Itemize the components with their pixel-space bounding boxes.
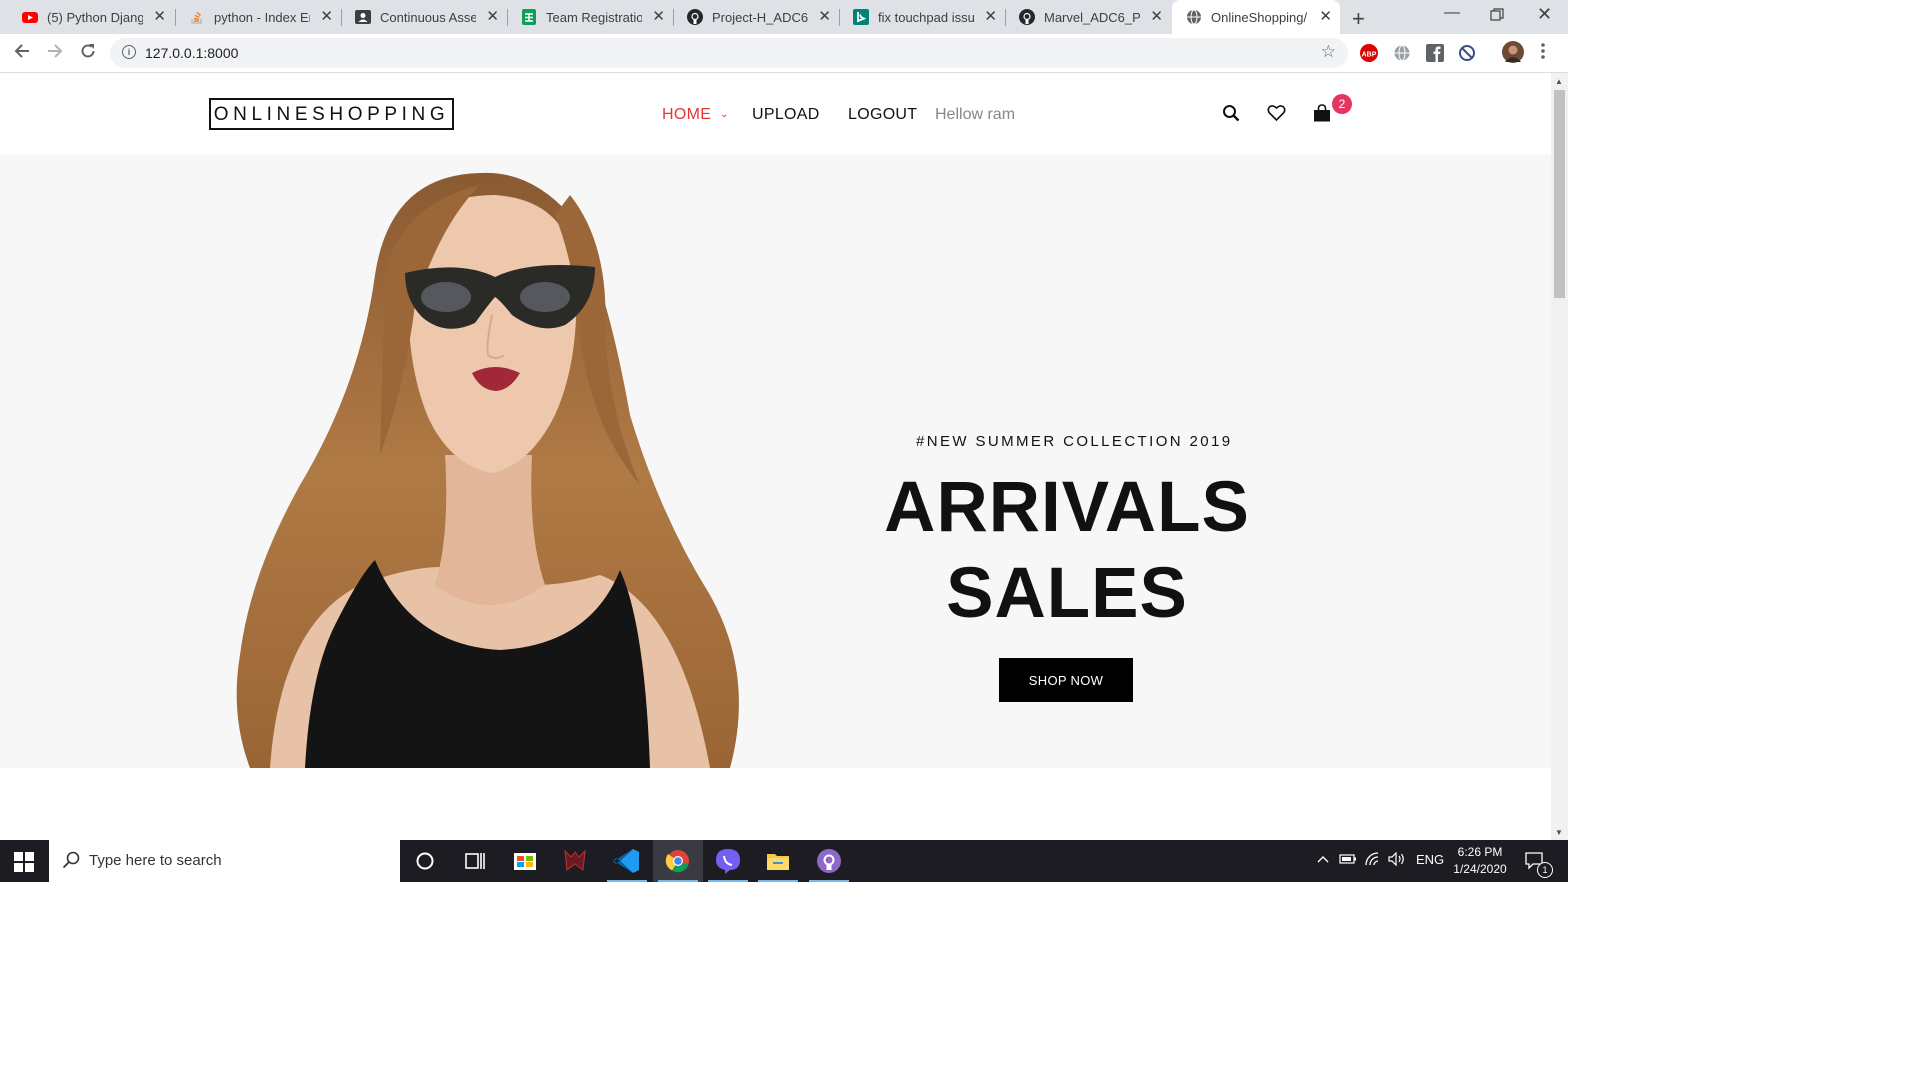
- browser-tab[interactable]: fix touchpad issue ✕: [839, 0, 1005, 34]
- close-tab-icon[interactable]: ✕: [153, 9, 166, 25]
- tab-title: python - Index Err: [214, 9, 310, 25]
- microsoft-store-icon[interactable]: [500, 840, 550, 882]
- volume-icon[interactable]: [1388, 851, 1406, 869]
- nav-home[interactable]: HOME ⌄: [662, 106, 729, 124]
- battery-icon[interactable]: [1339, 852, 1357, 869]
- hero-banner: #NEW SUMMER COLLECTION 2019 ARRIVALS SAL…: [0, 155, 1551, 768]
- translate-extension-icon[interactable]: [1393, 44, 1411, 62]
- input-language[interactable]: ENG: [1416, 852, 1444, 867]
- web-page: ONLINESHOPPING HOME ⌄ UPLOAD LOGOUT Hell…: [0, 73, 1551, 840]
- user-greeting: Hellow ram: [935, 106, 1016, 123]
- url-text: 127.0.0.1:8000: [145, 45, 239, 61]
- scrollbar-thumb[interactable]: [1554, 90, 1565, 298]
- cart-count-badge: 2: [1332, 94, 1352, 114]
- show-hidden-icons[interactable]: [1316, 852, 1330, 869]
- browser-toolbar: i 127.0.0.1:8000 ☆ ABP: [0, 34, 1568, 73]
- github-desktop-icon[interactable]: [804, 840, 854, 882]
- chrome-icon[interactable]: [653, 840, 703, 882]
- youtube-icon: [22, 9, 38, 25]
- close-tab-icon[interactable]: ✕: [1150, 9, 1163, 25]
- page-scrollbar[interactable]: ▲ ▼: [1551, 73, 1568, 840]
- windows-taskbar: Type here to search ENG 6:26 PM 1/24/202: [0, 840, 1568, 882]
- taskbar-search-placeholder: Type here to search: [89, 852, 222, 869]
- hero-kicker: #NEW SUMMER COLLECTION 2019: [916, 433, 1233, 450]
- hero-title-line-2: SALES: [946, 554, 1188, 633]
- sheets-icon: [521, 9, 537, 25]
- search-icon[interactable]: [1222, 104, 1240, 127]
- clock-date: 1/24/2020: [1453, 862, 1507, 876]
- shop-now-button[interactable]: SHOP NOW: [999, 658, 1133, 702]
- browser-tab-active[interactable]: OnlineShopping/h ✕: [1172, 0, 1340, 34]
- github-icon: [687, 9, 703, 25]
- profile-avatar[interactable]: [1502, 41, 1524, 63]
- search-icon: [62, 851, 80, 874]
- restore-icon[interactable]: [1490, 4, 1504, 27]
- close-tab-icon[interactable]: ✕: [1319, 9, 1332, 25]
- address-bar[interactable]: i 127.0.0.1:8000 ☆: [110, 38, 1348, 68]
- wifi-icon[interactable]: [1364, 852, 1382, 871]
- browser-tab[interactable]: Continuous Assess ✕: [341, 0, 507, 34]
- windows-start-icon[interactable]: [14, 852, 34, 877]
- scroll-down-icon[interactable]: ▼: [1555, 828, 1563, 837]
- browser-tab[interactable]: Marvel_ADC6_Part ✕: [1005, 0, 1171, 34]
- adblock-extension-icon[interactable]: ABP: [1360, 44, 1378, 62]
- vscode-icon[interactable]: [602, 840, 652, 882]
- close-tab-icon[interactable]: ✕: [984, 9, 997, 25]
- nav-upload[interactable]: UPLOAD: [752, 106, 820, 124]
- nav-logout[interactable]: LOGOUT: [848, 106, 917, 124]
- viber-icon[interactable]: [703, 840, 753, 882]
- classroom-icon: [355, 9, 371, 25]
- block-extension-icon[interactable]: [1458, 44, 1476, 62]
- minimize-icon[interactable]: —: [1444, 4, 1460, 22]
- reload-icon[interactable]: [79, 42, 97, 65]
- predator-app-icon[interactable]: [550, 840, 600, 882]
- taskbar-clock[interactable]: 6:26 PM 1/24/2020: [1451, 844, 1509, 878]
- file-explorer-icon[interactable]: [753, 840, 803, 882]
- scroll-up-icon[interactable]: ▲: [1555, 77, 1563, 86]
- close-tab-icon[interactable]: ✕: [818, 9, 831, 25]
- globe-icon: [1186, 9, 1202, 25]
- site-logo[interactable]: ONLINESHOPPING: [209, 98, 454, 130]
- back-icon[interactable]: [13, 42, 31, 65]
- tab-title: Continuous Assess: [380, 9, 476, 25]
- svg-text:ABP: ABP: [1362, 52, 1377, 59]
- tab-title: OnlineShopping/h: [1211, 9, 1307, 25]
- browser-tab[interactable]: python - Index Err ✕: [175, 0, 341, 34]
- stackoverflow-icon: [189, 9, 205, 25]
- bookmark-star-icon[interactable]: ☆: [1321, 42, 1336, 62]
- hero-model-image: [210, 155, 760, 768]
- hero-title: ARRIVALS SALES: [840, 465, 1294, 637]
- bing-icon: [853, 9, 869, 25]
- browser-tab[interactable]: (5) Python Django ✕: [8, 0, 174, 34]
- browser-menu-icon[interactable]: [1540, 42, 1546, 65]
- hero-title-line-1: ARRIVALS: [884, 468, 1250, 547]
- browser-tab[interactable]: Team Registration ✕: [507, 0, 673, 34]
- browser-tab-strip: (5) Python Django ✕ python - Index Err ✕…: [0, 0, 1568, 34]
- tab-title: (5) Python Django: [47, 9, 143, 25]
- clock-time: 6:26 PM: [1457, 845, 1503, 859]
- task-view-icon[interactable]: [450, 840, 500, 882]
- close-tab-icon[interactable]: ✕: [652, 9, 665, 25]
- github-icon: [1019, 9, 1035, 25]
- close-tab-icon[interactable]: ✕: [320, 9, 333, 25]
- tab-title: Marvel_ADC6_Part: [1044, 9, 1140, 25]
- cortana-icon[interactable]: [400, 840, 450, 882]
- close-window-icon[interactable]: ✕: [1537, 4, 1552, 25]
- tab-title: Team Registration: [546, 9, 642, 25]
- new-tab-button[interactable]: +: [1352, 6, 1365, 32]
- chevron-down-icon: ⌄: [719, 109, 729, 120]
- heart-icon[interactable]: [1267, 104, 1286, 127]
- browser-tab[interactable]: Project-H_ADC6_P ✕: [673, 0, 839, 34]
- facebook-extension-icon[interactable]: [1426, 44, 1444, 62]
- notification-count-badge: 1: [1537, 862, 1553, 878]
- tab-title: fix touchpad issue: [878, 9, 974, 25]
- forward-icon[interactable]: [46, 42, 64, 65]
- shopping-bag-icon[interactable]: [1313, 104, 1331, 127]
- close-tab-icon[interactable]: ✕: [486, 9, 499, 25]
- site-info-icon[interactable]: i: [122, 45, 136, 59]
- nav-home-label: HOME: [662, 106, 712, 123]
- taskbar-search-box[interactable]: Type here to search: [49, 840, 400, 882]
- tab-title: Project-H_ADC6_P: [712, 9, 808, 25]
